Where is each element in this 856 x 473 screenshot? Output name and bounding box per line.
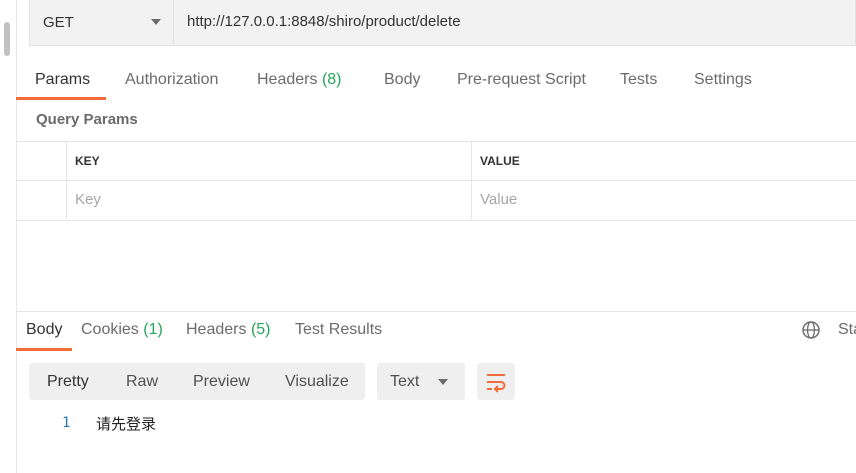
raw-button[interactable]: Raw (126, 363, 158, 400)
format-type-label: Text (390, 373, 420, 390)
response-tabs: Body Cookies (1) Headers (5) Test Result… (16, 312, 856, 352)
method-label: GET (43, 14, 74, 31)
wrap-lines-button[interactable] (477, 363, 515, 400)
response-tab-headers[interactable]: Headers (5) (186, 312, 271, 348)
active-response-tab-indicator (16, 348, 72, 351)
pretty-button[interactable]: Pretty (47, 363, 89, 400)
response-body-line: 请先登录 (96, 415, 157, 433)
tab-params[interactable]: Params (35, 62, 90, 98)
tab-settings[interactable]: Settings (694, 62, 752, 98)
table-header-row: KEY VALUE (16, 142, 856, 181)
format-toggle-group: Pretty Raw Preview Visualize (29, 363, 365, 400)
preview-button[interactable]: Preview (193, 363, 250, 400)
cookies-count: (1) (143, 321, 163, 338)
response-tab-cookies[interactable]: Cookies (1) (81, 312, 163, 348)
active-tab-indicator (16, 97, 106, 100)
response-headers-count: (5) (250, 321, 271, 338)
params-table: KEY VALUE Key Value (16, 141, 856, 221)
tab-body[interactable]: Body (384, 62, 420, 98)
method-select[interactable]: GET (30, 0, 174, 45)
left-panel-edge (0, 0, 17, 473)
tab-tests[interactable]: Tests (620, 62, 657, 98)
url-input[interactable]: http://127.0.0.1:8848/shiro/product/dele… (187, 13, 461, 30)
globe-icon[interactable] (801, 320, 821, 340)
response-tab-test-results[interactable]: Test Results (295, 312, 382, 348)
visualize-button[interactable]: Visualize (285, 363, 349, 400)
header-check-cell (16, 142, 67, 180)
key-input[interactable]: Key (67, 181, 472, 219)
scrollbar-thumb[interactable] (4, 22, 10, 56)
request-bar: GET http://127.0.0.1:8848/shiro/product/… (29, 0, 856, 46)
chevron-down-icon (151, 19, 161, 25)
query-params-title: Query Params (36, 111, 138, 128)
value-input[interactable]: Value (472, 181, 856, 219)
value-column-header: VALUE (480, 154, 520, 168)
tab-pre-request-script[interactable]: Pre-request Script (457, 62, 586, 98)
table-row: Key Value (16, 181, 856, 219)
status-label: Sta (838, 321, 856, 338)
wrap-lines-icon (487, 374, 506, 393)
chevron-down-icon (438, 379, 448, 385)
tab-authorization[interactable]: Authorization (125, 62, 218, 98)
row-check-cell[interactable] (16, 181, 67, 219)
headers-count: (8) (321, 71, 342, 88)
line-number: 1 (62, 415, 71, 431)
response-tab-body[interactable]: Body (26, 312, 62, 348)
tab-headers[interactable]: Headers (8) (257, 62, 342, 98)
request-tabs: Params Authorization Headers (8) Body Pr… (16, 62, 856, 100)
format-type-select[interactable]: Text (377, 363, 465, 400)
key-column-header: KEY (67, 142, 472, 180)
